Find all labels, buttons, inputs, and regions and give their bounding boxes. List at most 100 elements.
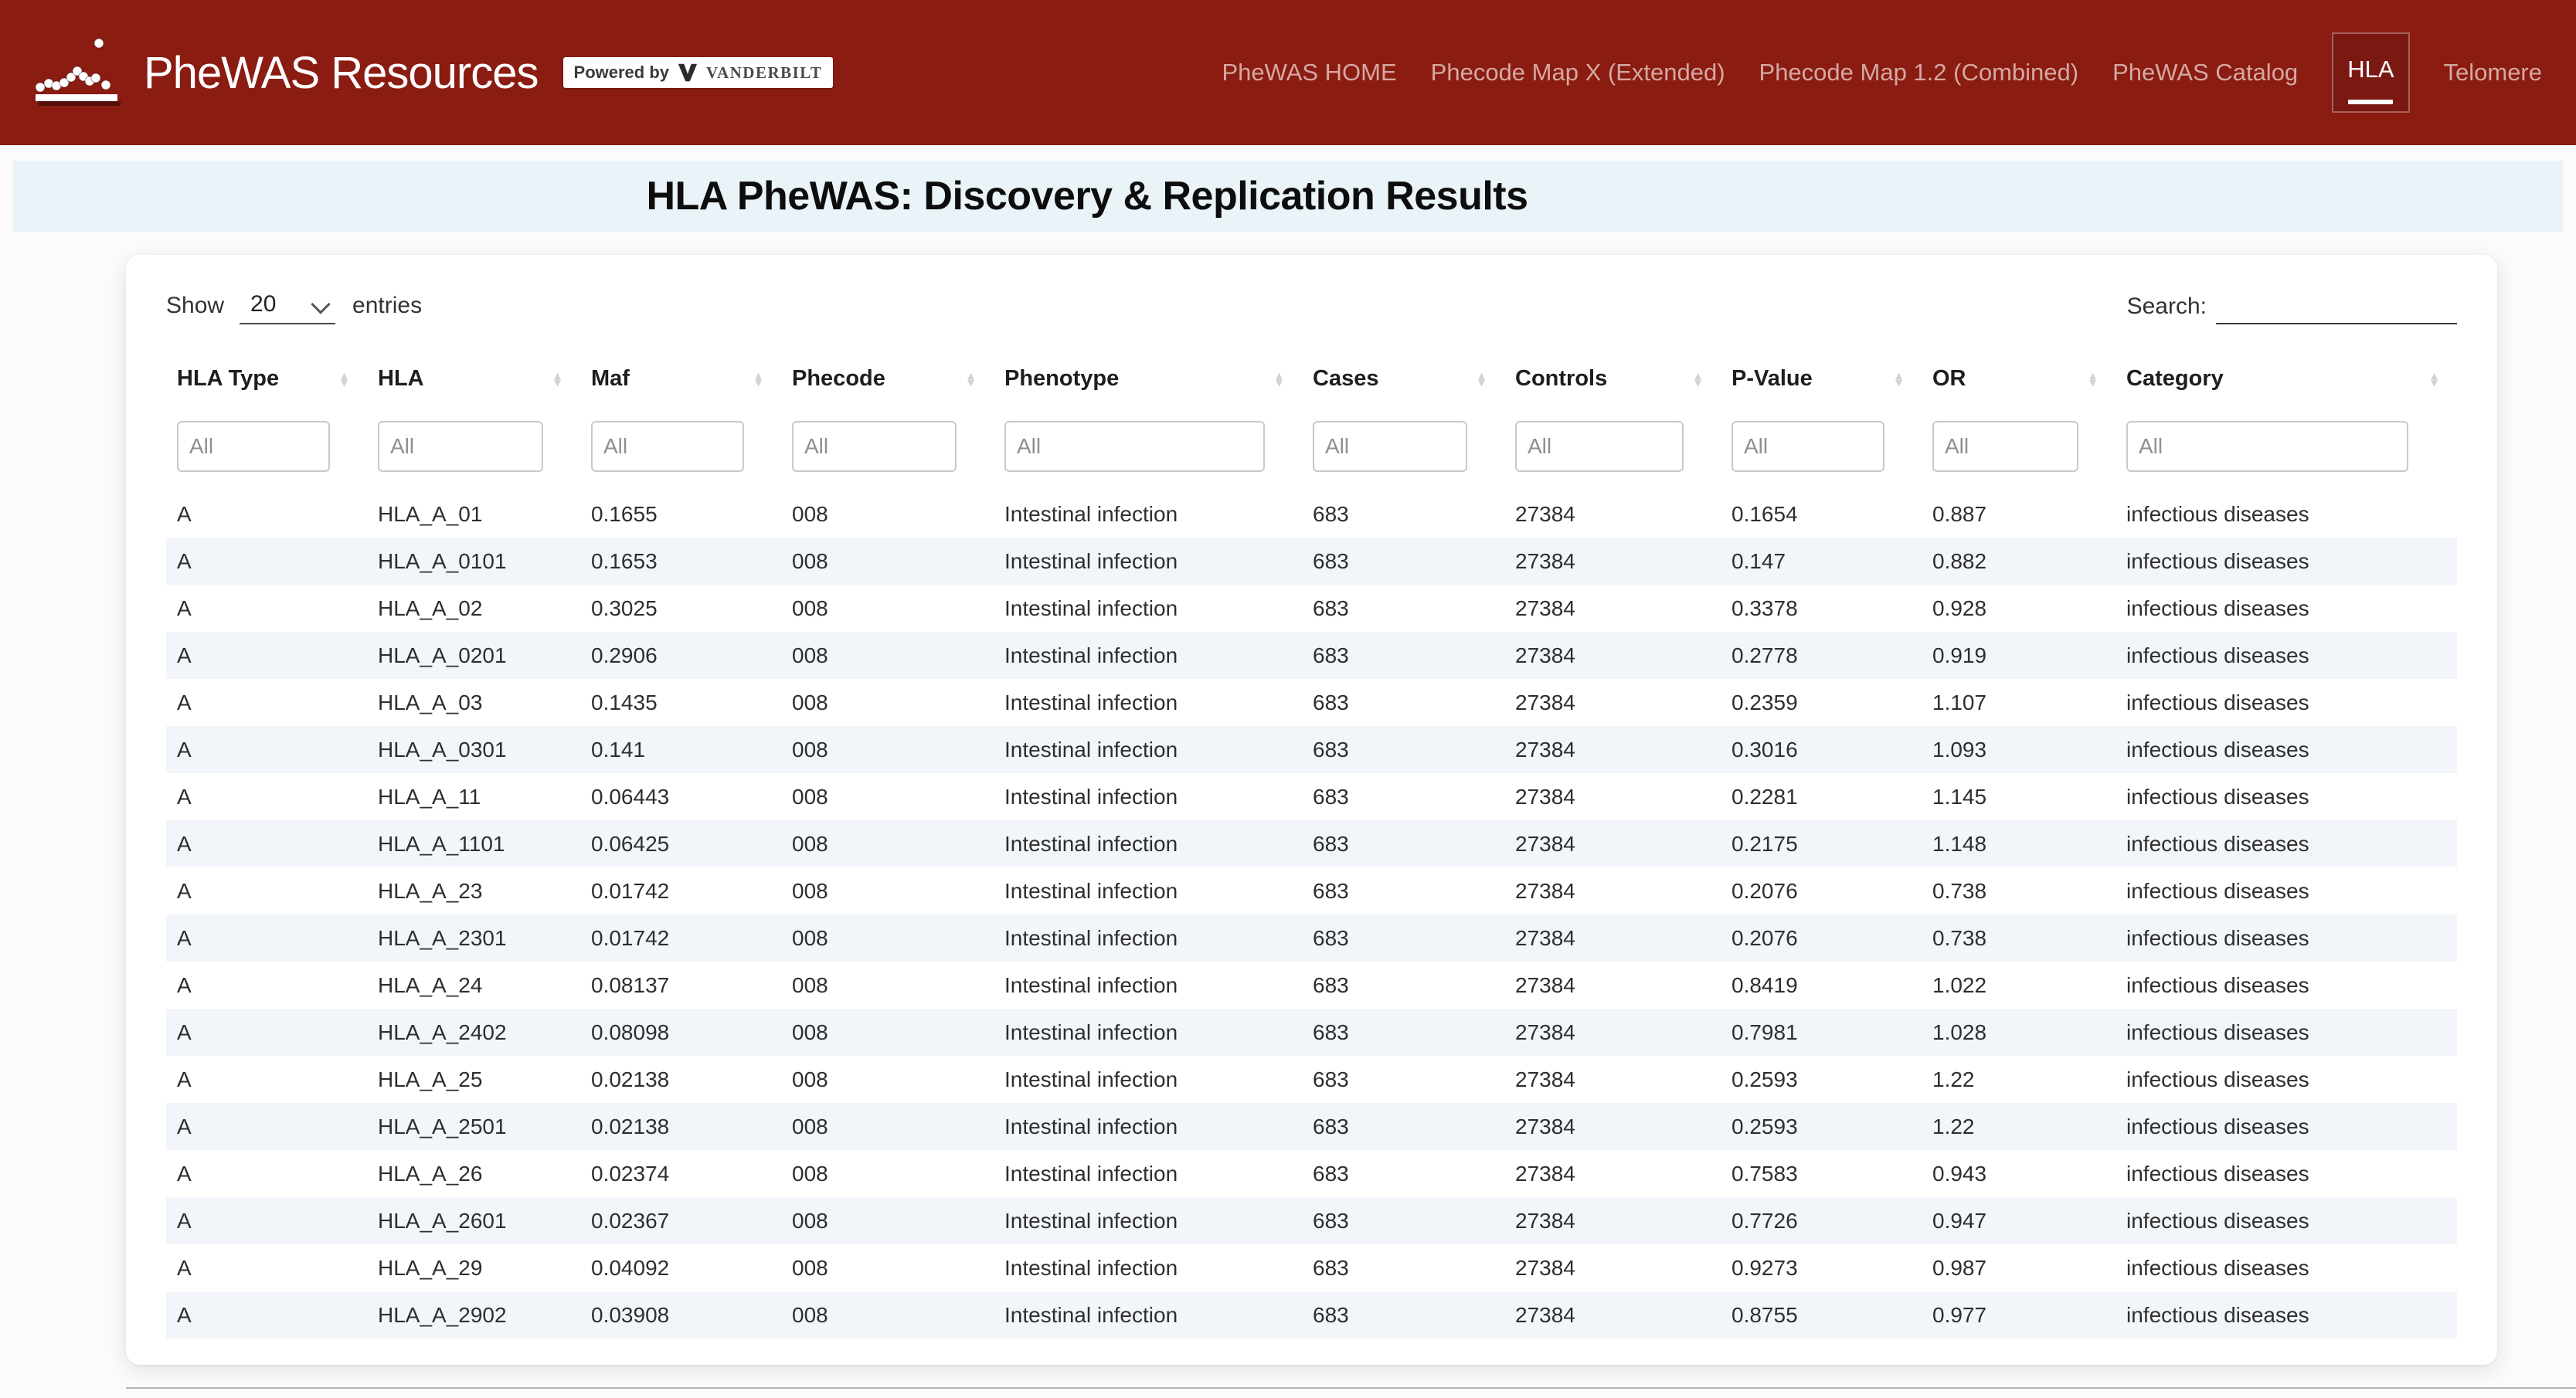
table-cell: 008 — [781, 914, 994, 962]
table-cell: Intestinal infection — [994, 585, 1302, 632]
table-cell: A — [166, 1150, 367, 1197]
search-input[interactable] — [2216, 287, 2457, 324]
table-cell: A — [166, 1103, 367, 1150]
sort-arrows-icon: ▲▼ — [338, 372, 350, 387]
column-header-label: Phecode — [792, 366, 885, 391]
column-header-phenotype[interactable]: Phenotype▲▼ — [994, 338, 1302, 421]
page-title: HLA PheWAS: Discovery & Replication Resu… — [13, 173, 2161, 219]
table-row: AHLA_A_250.02138008Intestinal infection6… — [166, 1056, 2457, 1103]
table-cell: infectious diseases — [2116, 1291, 2457, 1339]
entries-label: entries — [352, 293, 422, 319]
table-cell: 0.2359 — [1721, 679, 1922, 726]
table-cell: Intestinal infection — [994, 1244, 1302, 1291]
column-header-label: Controls — [1515, 366, 1607, 391]
table-row: AHLA_A_03010.141008Intestinal infection6… — [166, 726, 2457, 773]
nav-link-phecode-map-1-2-combined[interactable]: Phecode Map 1.2 (Combined) — [1759, 59, 2079, 87]
entries-select-wrap: 20 — [240, 288, 335, 324]
table-cell: 0.8419 — [1721, 962, 1922, 1009]
sort-arrows-icon: ▲▼ — [552, 372, 563, 387]
table-cell: 0.01742 — [580, 914, 781, 962]
filter-input-hla-type[interactable] — [177, 421, 330, 472]
column-header-label: Phenotype — [1004, 366, 1119, 391]
column-header-label: Maf — [591, 366, 630, 391]
table-cell: HLA_A_26 — [367, 1150, 580, 1197]
table-cell: 008 — [781, 1244, 994, 1291]
column-header-hla-type[interactable]: HLA Type ▲▼ — [166, 338, 367, 421]
table-cell: infectious diseases — [2116, 538, 2457, 585]
table-cell: 1.028 — [1922, 1009, 2116, 1056]
column-header-maf[interactable]: Maf▲▼ — [580, 338, 781, 421]
table-row: AHLA_A_23010.01742008Intestinal infectio… — [166, 914, 2457, 962]
table-cell: 008 — [781, 820, 994, 867]
table-cell: A — [166, 820, 367, 867]
table-cell: 0.7726 — [1721, 1197, 1922, 1244]
table-cell: infectious diseases — [2116, 914, 2457, 962]
table-cell: 008 — [781, 1056, 994, 1103]
sort-arrows-icon: ▲▼ — [965, 372, 977, 387]
table-cell: infectious diseases — [2116, 490, 2457, 538]
table-cell: 0.02367 — [580, 1197, 781, 1244]
results-card: Show 20 entries Search: HLA Type ▲▼ HLA ▲▼ M… — [126, 255, 2497, 1365]
table-row: AHLA_A_11010.06425008Intestinal infectio… — [166, 820, 2457, 867]
table-cell: 1.148 — [1922, 820, 2116, 867]
brand-title[interactable]: PheWAS Resources — [144, 47, 539, 99]
nav-link-phecode-map-x-extended[interactable]: Phecode Map X (Extended) — [1431, 59, 1725, 87]
footer-divider — [126, 1387, 2576, 1389]
table-cell: 0.887 — [1922, 490, 2116, 538]
table-cell: 0.03908 — [580, 1291, 781, 1339]
filter-input-controls[interactable] — [1515, 421, 1684, 472]
sort-arrows-icon: ▲▼ — [1893, 372, 1905, 387]
column-header-p-value[interactable]: P-Value▲▼ — [1721, 338, 1922, 421]
entries-select[interactable]: 20 — [240, 288, 335, 324]
table-cell: 008 — [781, 1009, 994, 1056]
column-header-or[interactable]: OR▲▼ — [1922, 338, 2116, 421]
table-row: AHLA_A_230.01742008Intestinal infection6… — [166, 867, 2457, 914]
filter-input-maf[interactable] — [591, 421, 744, 472]
filter-input-p-value[interactable] — [1731, 421, 1884, 472]
table-cell: 0.04092 — [580, 1244, 781, 1291]
column-header-hla[interactable]: HLA ▲▼ — [367, 338, 580, 421]
column-header-phecode[interactable]: Phecode ▲▼ — [781, 338, 994, 421]
table-cell: 0.08098 — [580, 1009, 781, 1056]
table-cell: 0.3016 — [1721, 726, 1922, 773]
nav-link-hla[interactable]: HLA — [2332, 32, 2409, 113]
table-row: AHLA_A_290.04092008Intestinal infection6… — [166, 1244, 2457, 1291]
table-cell: 0.02138 — [580, 1103, 781, 1150]
nav-link-telomere[interactable]: Telomere — [2444, 59, 2543, 87]
show-label: Show — [166, 293, 224, 319]
table-cell: 0.8755 — [1721, 1291, 1922, 1339]
table-cell: 008 — [781, 632, 994, 679]
search-label: Search: — [2127, 294, 2207, 324]
table-cell: 683 — [1302, 726, 1504, 773]
scatter-plot-logo-icon[interactable] — [31, 26, 124, 119]
table-cell: HLA_A_03 — [367, 679, 580, 726]
table-row: AHLA_A_26010.02367008Intestinal infectio… — [166, 1197, 2457, 1244]
column-header-category[interactable]: Category▲▼ — [2116, 338, 2457, 421]
nav-link-phewas-home[interactable]: PheWAS HOME — [1222, 59, 1396, 87]
filter-input-category[interactable] — [2126, 421, 2408, 472]
results-table: HLA Type▲▼HLA▲▼Maf▲▼Phecode▲▼Phenotype▲▼… — [166, 338, 2457, 1339]
column-header-controls[interactable]: Controls▲▼ — [1504, 338, 1721, 421]
table-cell: 1.145 — [1922, 773, 2116, 820]
filter-input-cases[interactable] — [1313, 421, 1467, 472]
filter-cell — [1302, 421, 1504, 490]
table-cell: HLA_A_2601 — [367, 1197, 580, 1244]
table-cell: infectious diseases — [2116, 820, 2457, 867]
filter-input-or[interactable] — [1932, 421, 2078, 472]
table-cell: A — [166, 1291, 367, 1339]
table-cell: A — [166, 1056, 367, 1103]
filter-input-phenotype[interactable] — [1004, 421, 1265, 472]
filter-input-phecode[interactable] — [792, 421, 957, 472]
nav-link-phewas-catalog[interactable]: PheWAS Catalog — [2112, 59, 2298, 87]
column-header-label: Category — [2126, 366, 2224, 391]
powered-by-badge[interactable]: Powered by VANDERBILT — [563, 57, 834, 88]
table-cell: HLA_A_11 — [367, 773, 580, 820]
column-header-label: HLA — [378, 366, 424, 391]
column-header-label: HLA Type — [177, 366, 279, 391]
table-cell: A — [166, 679, 367, 726]
table-cell: 683 — [1302, 585, 1504, 632]
table-cell: HLA_A_01 — [367, 490, 580, 538]
filter-input-hla[interactable] — [378, 421, 543, 472]
column-header-cases[interactable]: Cases▲▼ — [1302, 338, 1504, 421]
table-cell: 0.2076 — [1721, 914, 1922, 962]
